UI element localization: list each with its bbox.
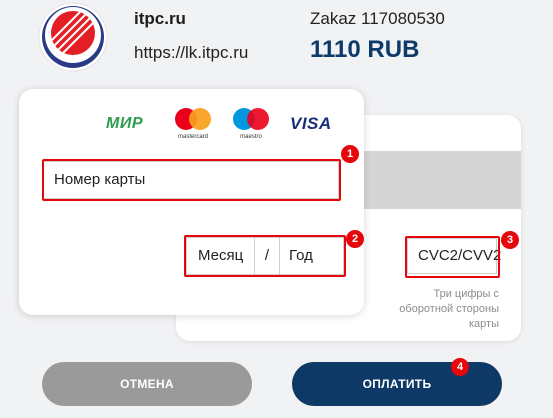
mir-logo: МИР (106, 115, 144, 132)
card-front: МИР mastercard maestro VISA Номер карты … (19, 89, 364, 315)
order-number: Zakaz 117080530 (310, 9, 445, 28)
expiry-separator: / (255, 238, 280, 274)
pay-button[interactable]: ОПЛАТИТЬ (292, 362, 502, 406)
maestro-logo: maestro (229, 106, 273, 140)
mastercard-icon: mastercard (175, 108, 211, 140)
expiry-group: Месяц / Год (186, 237, 344, 275)
merchant-logo-icon (38, 2, 108, 72)
visa-logo: VISA (290, 114, 332, 133)
merchant-url[interactable]: https://lk.itpc.ru (134, 43, 248, 63)
marker-1: 1 (341, 145, 359, 163)
marker-2: 2 (346, 230, 364, 248)
cvc-input[interactable]: CVC2/CVV2 (407, 238, 501, 274)
card-number-input[interactable]: Номер карты (43, 161, 339, 199)
expiry-month-input[interactable]: Месяц (187, 238, 255, 274)
mastercard-logo: mastercard (171, 106, 215, 140)
merchant-logo (38, 2, 108, 72)
maestro-icon: maestro (233, 108, 269, 140)
mastercard-wordmark: mastercard (178, 134, 208, 140)
merchant-name: itpc.ru (134, 9, 186, 28)
cvc-hint: Три цифры с оборотной стороны карты (399, 288, 499, 330)
cancel-button[interactable]: ОТМЕНА (42, 362, 252, 406)
marker-4: 4 (451, 358, 469, 376)
expiry-year-input[interactable]: Год (280, 238, 344, 274)
order-amount: 1110 RUB (310, 36, 420, 63)
marker-3: 3 (501, 231, 519, 249)
maestro-wordmark: maestro (240, 134, 262, 140)
